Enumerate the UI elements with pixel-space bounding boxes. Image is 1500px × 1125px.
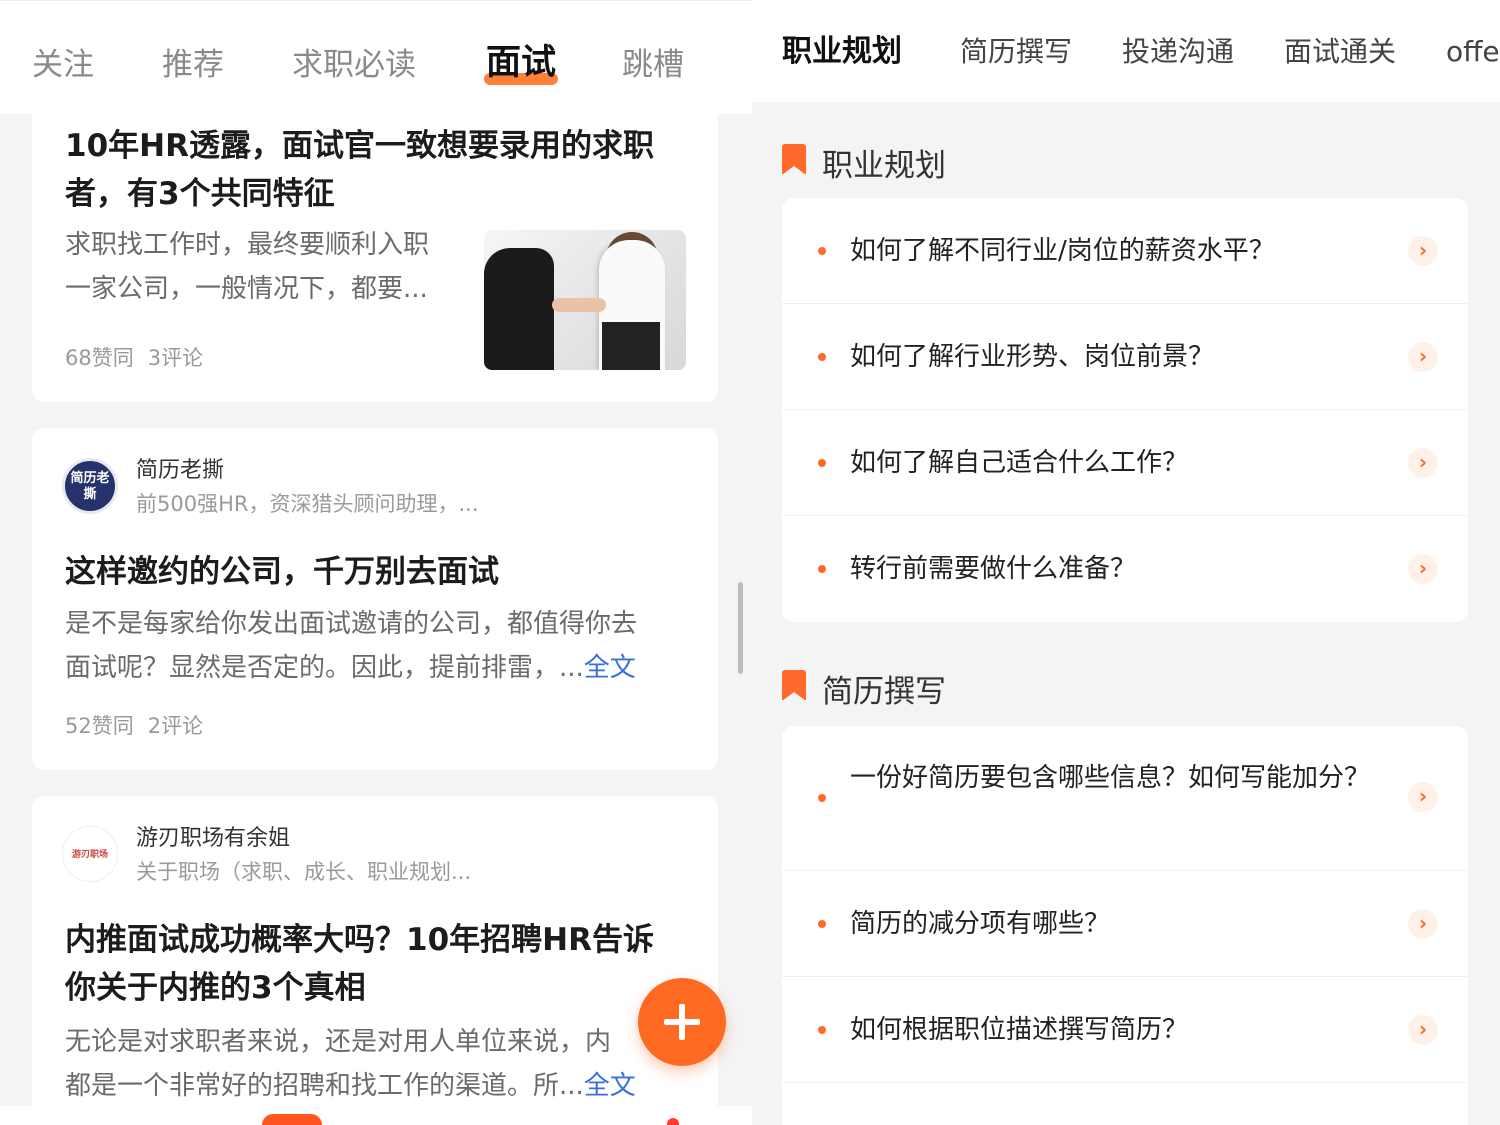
bullet-dot [818, 353, 826, 361]
article-title: 内推面试成功概率大吗？10年招聘HR告诉 [65, 922, 654, 958]
thumb-handshake [552, 298, 606, 312]
question-item[interactable]: 一份好简历要包含哪些信息？如何写能加分？ › [782, 726, 1468, 871]
thumb-person-left [484, 248, 554, 370]
question-list: 如何了解不同行业/岗位的薪资水平？ › 如何了解行业形势、岗位前景？ › 如何了… [782, 198, 1468, 622]
tab-resume-writing[interactable]: 简历撰写 [960, 30, 1072, 74]
article-excerpt-cont: 面试呢？显然是否定的。因此，提前排雷，...全文 [65, 646, 636, 690]
bullet-dot [818, 1026, 826, 1034]
bookmark-icon [782, 670, 806, 701]
read-more-link[interactable]: 全文 [584, 1071, 636, 1101]
article-stats: 68赞同 3评论 [65, 342, 203, 372]
article-card[interactable]: 游刃职场 游刃职场有余姐 关于职场（求职、成长、职业规划... 内推面试成功概率… [32, 796, 718, 1106]
author-name[interactable]: 游刃职场有余姐 [136, 820, 290, 852]
article-stats: 52赞同 2评论 [65, 710, 203, 740]
question-item-partial[interactable] [782, 1083, 1468, 1125]
chevron-right-icon: › [1408, 236, 1438, 266]
question-item[interactable]: 如何了解自己适合什么工作？ › [782, 410, 1468, 516]
feed-tab-bar: 关注 推荐 求职必读 面试 跳槽 [0, 0, 752, 114]
excerpt-text: 都是一个非常好的招聘和找工作的渠道。所... [65, 1071, 584, 1101]
excerpt-text: 面试呢？显然是否定的。因此，提前排雷，... [65, 653, 584, 683]
bottom-nav-bar [0, 1106, 752, 1125]
tab-job-hopping[interactable]: 跳槽 [622, 41, 684, 89]
bullet-dot [818, 920, 826, 928]
question-item[interactable]: 如何了解不同行业/岗位的薪资水平？ › [782, 198, 1468, 304]
article-excerpt-cont: 一家公司，一般情况下，都要... [65, 274, 428, 304]
feed-panel: 关注 推荐 求职必读 面试 跳槽 10年HR透露，面试官一致想要录用的求职 者，… [0, 0, 752, 1125]
author-name[interactable]: 简历老撕 [136, 452, 224, 484]
chevron-right-icon: › [1408, 782, 1438, 812]
comment-count[interactable]: 3评论 [148, 346, 203, 370]
guide-panel: 职业规划 简历撰写 投递沟通 面试通关 offe 职业规划 如何了解不同行业/岗… [752, 0, 1500, 1125]
bullet-dot [818, 794, 826, 802]
chevron-right-icon: › [1408, 342, 1438, 372]
avatar[interactable]: 游刃职场 [62, 826, 118, 882]
tab-interview[interactable]: 面试 [484, 39, 559, 87]
like-count[interactable]: 52赞同 [65, 714, 134, 738]
question-item[interactable]: 转行前需要做什么准备？ › [782, 516, 1468, 622]
thumb-person-skirt [602, 322, 660, 370]
read-more-link[interactable]: 全文 [584, 653, 636, 683]
author-bio: 关于职场（求职、成长、职业规划... [136, 860, 472, 884]
bullet-dot [818, 247, 826, 255]
like-count[interactable]: 68赞同 [65, 346, 134, 370]
bullet-dot [818, 459, 826, 467]
comment-count[interactable]: 2评论 [148, 714, 203, 738]
article-thumbnail[interactable] [484, 230, 686, 370]
question-text: 如何了解不同行业/岗位的薪资水平？ [850, 236, 1275, 266]
tab-career-planning-label: 职业规划 [782, 34, 902, 69]
chevron-right-icon: › [1408, 448, 1438, 478]
question-text: 简历的减分项有哪些？ [850, 909, 1111, 939]
question-text: 如何了解自己适合什么工作？ [850, 448, 1189, 478]
tab-interview-prep[interactable]: 面试通关 [1284, 30, 1396, 74]
question-item[interactable]: 如何根据职位描述撰写简历？ › [782, 977, 1468, 1083]
chevron-right-icon: › [1408, 554, 1438, 584]
tab-interview-label: 面试 [486, 43, 557, 83]
plus-icon[interactable] [638, 978, 726, 1066]
question-item[interactable]: 如何了解行业形势、岗位前景？ › [782, 304, 1468, 410]
question-item[interactable]: 简历的减分项有哪些？ › [782, 871, 1468, 977]
question-text: 如何了解行业形势、岗位前景？ [850, 342, 1215, 372]
article-card[interactable]: 10年HR透露，面试官一致想要录用的求职 者，有3个共同特征 求职找工作时，最终… [32, 100, 718, 402]
section-title: 职业规划 [822, 148, 946, 184]
tab-follow[interactable]: 关注 [32, 41, 94, 89]
article-excerpt-cont: 都是一个非常好的招聘和找工作的渠道。所...全文 [65, 1064, 636, 1108]
article-card[interactable]: 简历老撕 简历老撕 前500强HR，资深猎头顾问助理，... 这样邀约的公司，千… [32, 428, 718, 770]
avatar[interactable]: 简历老撕 [62, 458, 118, 514]
tab-recommend[interactable]: 推荐 [162, 41, 224, 89]
article-title-cont: 你关于内推的3个真相 [65, 970, 366, 1006]
red-dot-badge [667, 1118, 679, 1125]
notification-badge [262, 1114, 322, 1125]
bookmark-icon [782, 144, 806, 175]
article-title: 10年HR透露，面试官一致想要录用的求职 [65, 128, 654, 164]
scrollbar[interactable] [738, 582, 743, 674]
article-title: 这样邀约的公司，千万别去面试 [65, 554, 499, 590]
bullet-dot [818, 565, 826, 573]
guide-tab-bar: 职业规划 简历撰写 投递沟通 面试通关 offe [752, 0, 1500, 102]
tab-career-planning[interactable]: 职业规划 [782, 30, 902, 74]
article-excerpt: 无论是对求职者来说，还是对用人单位来说，内 [65, 1027, 612, 1057]
chevron-right-icon: › [1408, 1015, 1438, 1045]
tab-applying[interactable]: 投递沟通 [1122, 30, 1234, 74]
article-excerpt: 是不是每家给你发出面试邀请的公司，都值得你去 [65, 609, 638, 639]
section-title: 简历撰写 [822, 674, 946, 710]
chevron-right-icon: › [1408, 909, 1438, 939]
article-excerpt: 求职找工作时，最终要顺利入职 [65, 230, 430, 260]
author-bio: 前500强HR，资深猎头顾问助理，... [136, 492, 479, 516]
question-text: 一份好简历要包含哪些信息？如何写能加分？ [850, 763, 1371, 793]
question-text: 如何根据职位描述撰写简历？ [850, 1015, 1189, 1045]
tab-offer[interactable]: offe [1446, 30, 1500, 74]
question-text: 转行前需要做什么准备？ [850, 554, 1137, 584]
tab-must-read[interactable]: 求职必读 [292, 41, 416, 89]
question-list: 一份好简历要包含哪些信息？如何写能加分？ › 简历的减分项有哪些？ › 如何根据… [782, 726, 1468, 1125]
article-title-cont: 者，有3个共同特征 [65, 176, 335, 212]
